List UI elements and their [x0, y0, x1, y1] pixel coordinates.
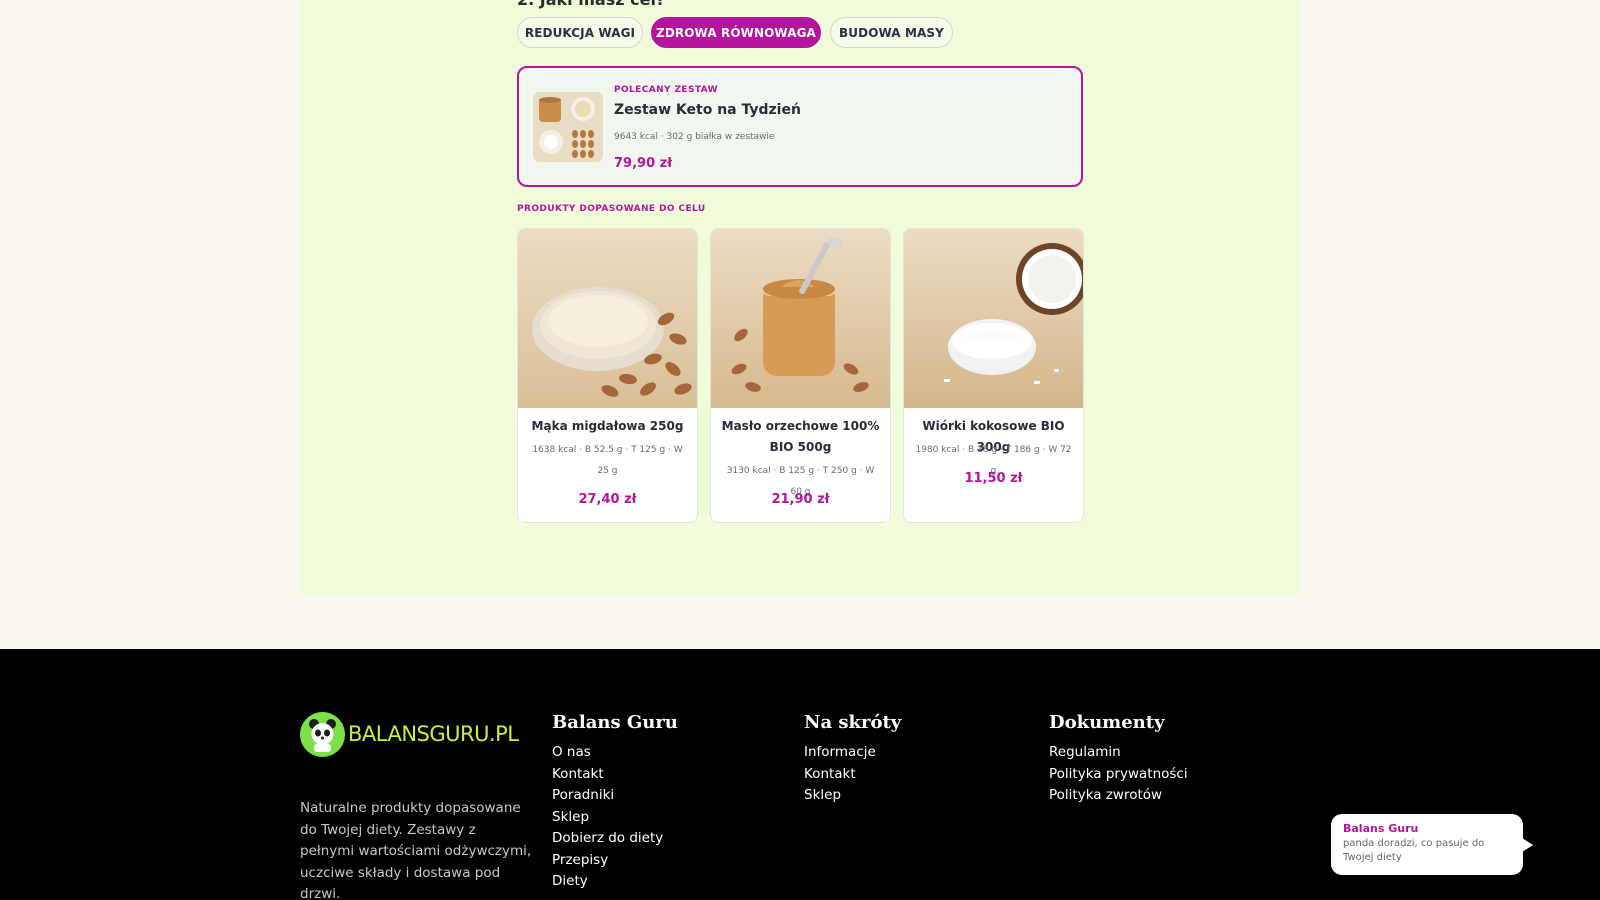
chat-assistant-bubble[interactable]: Balans Guru panda doradzi, co pasuje do … — [1331, 814, 1533, 875]
footer-column-documents: Dokumenty Regulamin Polityka prywatności… — [1049, 712, 1188, 807]
product-name[interactable]: Masło orzechowe 100% BIO 500g — [717, 416, 884, 458]
product-nutrition: 1638 kcal · B 52.5 g · T 125 g · W 25 g — [532, 445, 683, 476]
footer-about-text: Naturalne produkty dopasowane do Twojej … — [300, 800, 532, 900]
footer-link-privacy[interactable]: Polityka prywatności — [1049, 764, 1188, 786]
product-card[interactable]: Wiórki kokosowe BIO 300g 1980 kcal · B 1… — [903, 228, 1084, 523]
footer-link-diets[interactable]: Diety — [552, 871, 678, 893]
featured-bundle-meta: 9643 kcal · 302 g białka w zestawie — [614, 132, 775, 142]
coconut-flakes-image — [904, 229, 1083, 408]
product-card[interactable]: Masło orzechowe 100% BIO 500g 3130 kcal … — [710, 228, 891, 523]
chat-message: panda doradzi, co pasuje do Twojej diety — [1343, 838, 1485, 863]
footer-link-guides[interactable]: Poradniki — [552, 785, 678, 807]
goal-option-mass[interactable]: BUDOWA MASY — [830, 17, 953, 48]
featured-bundle-card[interactable]: POLECANY ZESTAW Zestaw Keto na Tydzień 9… — [517, 66, 1083, 187]
footer-link-info[interactable]: Informacje — [804, 742, 901, 764]
chat-title: Balans Guru — [1343, 822, 1419, 835]
goal-option-balance[interactable]: ZDROWA RÓWNOWAGA — [651, 17, 821, 48]
footer-column-title: Na skróty — [804, 712, 902, 733]
almond-flour-image — [518, 229, 697, 408]
products-section-label: PRODUKTY DOPASOWANE DO CELU — [517, 204, 706, 214]
footer-link-terms[interactable]: Regulamin — [1049, 742, 1188, 764]
panda-logo-icon — [300, 711, 345, 757]
featured-bundle-image — [533, 92, 603, 162]
footer-column-title: Dokumenty — [1049, 712, 1165, 733]
footer-column-shortcuts: Na skróty Informacje Kontakt Sklep — [804, 712, 901, 807]
footer-link-about[interactable]: O nas — [552, 742, 678, 764]
footer-link-shop[interactable]: Sklep — [804, 785, 901, 807]
featured-bundle-price: 79,90 zł — [614, 156, 673, 171]
footer-link-contact[interactable]: Kontakt — [804, 764, 901, 786]
product-price: 27,40 zł — [578, 492, 637, 507]
featured-bundle-name[interactable]: Zestaw Keto na Tydzień — [614, 102, 801, 118]
product-card[interactable]: Mąka migdałowa 250g 1638 kcal · B 52.5 g… — [517, 228, 698, 523]
footer-column-balans-guru: Balans Guru O nas Kontakt Poradniki Skle… — [552, 712, 678, 893]
footer-logo[interactable]: BALANSGURU.PL — [300, 711, 536, 757]
footer-link-contact[interactable]: Kontakt — [552, 764, 678, 786]
product-price: 11,50 zł — [964, 471, 1023, 486]
peanut-butter-image — [711, 229, 890, 408]
footer-column-title: Balans Guru — [552, 712, 678, 733]
quiz-question: 2. Jaki masz cel? — [517, 0, 665, 9]
product-price: 21,90 zł — [771, 492, 830, 507]
featured-eyebrow: POLECANY ZESTAW — [614, 85, 718, 95]
logo-wordmark: BALANSGURU.PL — [348, 722, 519, 746]
footer-link-recipes[interactable]: Przepisy — [552, 850, 678, 872]
diet-quiz-panel: 2. Jaki masz cel? REDUKCJA WAGI ZDROWA R… — [300, 0, 1300, 594]
goal-option-reduction[interactable]: REDUKCJA WAGI — [517, 17, 643, 48]
footer-link-shop[interactable]: Sklep — [552, 807, 678, 829]
footer-link-returns[interactable]: Polityka zwrotów — [1049, 785, 1188, 807]
footer-link-diet-match[interactable]: Dobierz do diety — [552, 828, 678, 850]
product-name[interactable]: Mąka migdałowa 250g — [524, 416, 691, 437]
